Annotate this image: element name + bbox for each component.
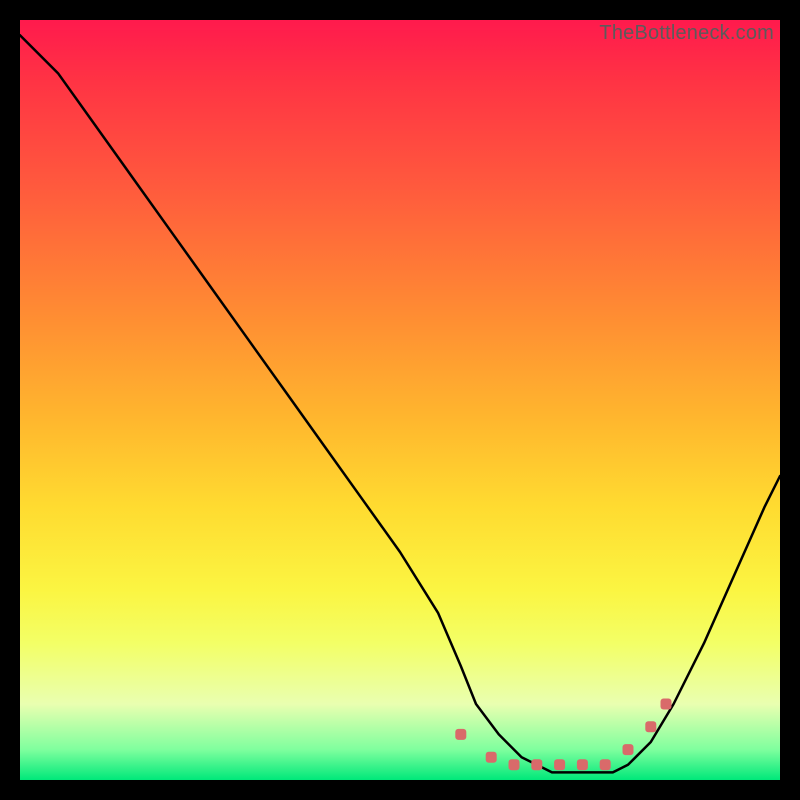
marker-flat-3	[531, 759, 542, 770]
marker-right-rise-2	[661, 699, 672, 710]
marker-flat-6	[600, 759, 611, 770]
marker-left-flat-start	[455, 729, 466, 740]
chart-svg	[20, 20, 780, 780]
marker-flat-4	[554, 759, 565, 770]
marker-flat-2	[509, 759, 520, 770]
curve-group	[20, 35, 780, 772]
marker-group	[455, 699, 671, 771]
marker-flat-1	[486, 752, 497, 763]
marker-flat-5	[577, 759, 588, 770]
marker-right-flat-end	[623, 744, 634, 755]
bottleneck-curve	[20, 35, 780, 772]
chart-frame: TheBottleneck.com	[20, 20, 780, 780]
marker-right-rise-1	[645, 721, 656, 732]
